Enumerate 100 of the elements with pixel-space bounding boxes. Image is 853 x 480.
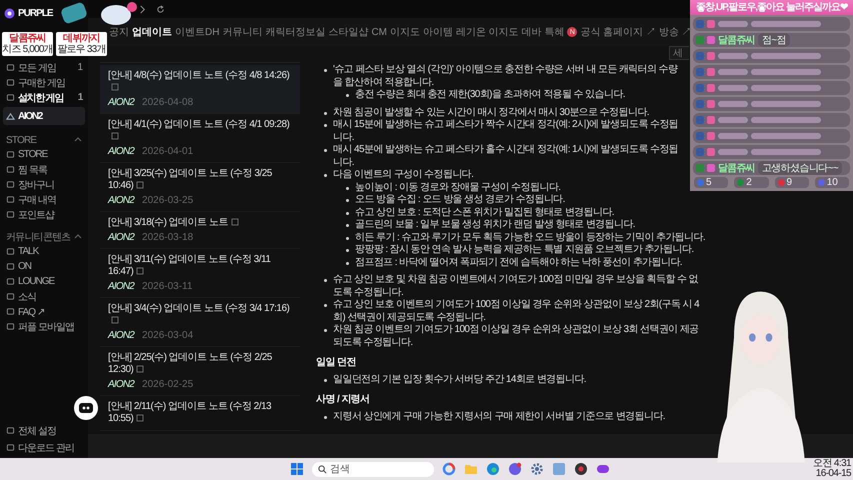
clock-time: 오전 4:31	[812, 459, 851, 469]
list-text: 팡팡팡 : 잠시 동안 연속 발사 능력을 제공하는 특별 지원품 오브젝트가 추가됩니다.	[355, 244, 694, 256]
sidebar-item[interactable]: STORE	[3, 147, 85, 162]
post-title: [안내] 2/11(수) 업데이트 노트 (수정 2/13 10:55)	[108, 401, 272, 425]
post-title: [안내] 3/11(수) 업데이트 노트 (수정 3/11 16:47)	[108, 254, 272, 278]
list-text: 차원 침공이 발생할 수 있는 시간이 매시 정각에서 매시 30분으로 수정됩니다.	[333, 106, 649, 119]
post-item[interactable]: [안내] 3/4(수) 업데이트 노트 (수정 3/4 17:16) AION2 2026-03-04	[100, 298, 300, 347]
tab[interactable]: 아이템	[422, 25, 453, 39]
blurred-text	[718, 149, 748, 155]
windows-logo-icon[interactable]	[290, 462, 304, 476]
list-text: 점프점프 : 바닥에 떨어져 폭파되기 전에 습득해야 하는 낙하 풍선이 추가됩니다.	[355, 256, 682, 269]
logo-icon	[4, 8, 15, 19]
blurred-text	[751, 101, 821, 107]
list-text: 슈고 상인 보호 및 차원 침공 이벤트에서 기여도가 100점 미만일 경우 보상을 획득할 수 없도록 수정됩니다.	[333, 274, 699, 299]
document-icon	[136, 181, 144, 190]
list-text: 매시 45분에 발생하는 슈고 페스타가 홀수 시간대 정각(예: 1시)에 발생되도록 수정됩니다.	[333, 144, 680, 169]
ring-icon[interactable]	[442, 462, 456, 476]
blurred-text	[751, 53, 821, 59]
bullet-dot	[324, 149, 327, 152]
post-item[interactable]: [안내] 2/11(수) 업데이트 노트 (수정 2/13 10:55)	[100, 396, 300, 431]
sidebar-item[interactable]: 전체 설정	[3, 423, 85, 438]
post-item[interactable]: [안내] 3/25(수) 업데이트 노트 (수정 3/25 10:46) AION2 2026-03-25	[100, 163, 300, 212]
goal-title: 데뷔까지	[63, 33, 100, 44]
bullet-dot	[324, 304, 327, 307]
chevron-icon[interactable]	[74, 233, 82, 241]
post-item[interactable]: [안내] 4/8(수) 업데이트 노트 (수정 4/8 14:26) AION2 2026-04-08	[100, 65, 300, 114]
record-icon[interactable]	[574, 462, 588, 476]
post-item[interactable]: [안내] 4/1(수) 업데이트 노트 (수정 4/1 09:28) AION2 2026-04-01	[100, 114, 300, 163]
count-label: 1	[78, 92, 82, 103]
sidebar-item[interactable]: FAQ ↗	[3, 304, 85, 319]
blurred-text	[751, 133, 821, 139]
document-icon	[111, 83, 119, 92]
post-date: 2026-03-11	[142, 281, 192, 292]
game-logo: AION2	[108, 146, 134, 157]
blurred-text	[718, 117, 748, 123]
blurred-text	[718, 101, 748, 107]
chat-username: 달콤쥬씨	[718, 34, 755, 47]
sidebar-item[interactable]: 구매한 게임	[3, 75, 85, 90]
tab[interactable]: 스타일샵	[328, 25, 368, 39]
tab[interactable]: 공식 홈페이지 ↗	[580, 25, 656, 39]
tab[interactable]: 캐릭터정보실	[265, 25, 326, 39]
viewer-counter: 10	[814, 177, 849, 188]
sidebar-item[interactable]: ON	[3, 259, 85, 274]
tab[interactable]: 업데이트	[132, 25, 172, 39]
refresh-icon[interactable]	[156, 4, 165, 14]
blurred-text	[718, 85, 748, 91]
goal-value: 치즈 5,000개	[2, 44, 53, 55]
taskbar-search-field[interactable]: 검색	[312, 462, 434, 476]
sidebar-item[interactable]: 모든 게임 1	[3, 60, 85, 75]
forward-icon[interactable]	[138, 4, 147, 14]
list-text: 히든 루기 : 슈고와 루기가 모두 획득 가능한 오드 방울이 등장하는 기믹이 추가됩니다.	[355, 232, 706, 244]
post-title: [안내] 3/4(수) 업데이트 노트 (수정 3/4 17:16)	[108, 303, 294, 327]
post-item[interactable]: [안내] 2/25(수) 업데이트 노트 (수정 2/25 12:30) AION2 2026-02-25	[100, 347, 300, 396]
sidebar-item[interactable]: AION2	[3, 107, 85, 125]
section-label: STORE	[6, 134, 36, 146]
bullet-dot	[346, 199, 349, 202]
sidebar-item[interactable]: LOUNGE	[3, 274, 85, 289]
blurred-text	[751, 85, 821, 91]
tab[interactable]: 커뮤니티	[222, 25, 262, 39]
bullet-dot	[346, 94, 349, 97]
document-icon	[111, 316, 119, 324]
chevron-icon[interactable]	[74, 136, 82, 144]
sidebar-item[interactable]: 포인트샵	[3, 207, 85, 222]
document-icon	[231, 218, 240, 226]
bullet-dot	[324, 416, 327, 418]
search-field[interactable]: 세	[669, 46, 689, 60]
post-item[interactable]: [안내] 3/11(수) 업데이트 노트 (수정 3/11 16:47) AION2 2026-03-11	[100, 249, 300, 298]
sidebar-item[interactable]: 구매 내역	[3, 192, 85, 207]
post-item[interactable]: [안내] 3/18(수) 업데이트 노트 AION2 2026-03-18	[100, 212, 300, 249]
sidebar-item[interactable]: 퍼플 모바일앱	[3, 319, 85, 334]
list-text: 충전 수량은 최대 충전 제한(30회)을 초과하여 적용될 수 있습니다.	[355, 89, 625, 102]
list-text: 높이높이 : 이동 경로와 장애물 구성이 수정됩니다.	[355, 182, 560, 194]
tab[interactable]: 공지	[109, 25, 129, 39]
post-date: 2026-04-01	[142, 146, 194, 157]
sidebar-item[interactable]: 다운로드 관리	[3, 440, 85, 455]
tab[interactable]: CM 이지도	[371, 25, 420, 39]
section-heading: 사명 / 지령서	[316, 394, 371, 406]
tab[interactable]: 레기온 이지도	[456, 25, 519, 39]
sidebar-item[interactable]: 설치한 게임 1	[3, 90, 85, 105]
post-date: 2026-03-25	[142, 195, 194, 206]
chat-banner: 좋창,UP,팔로우,좋아요 눌러주실까요❤	[690, 0, 853, 15]
bullet-dot	[324, 174, 327, 177]
logo-text: PURPLE	[18, 8, 53, 19]
gear-icon[interactable]	[530, 462, 544, 476]
tile-icon[interactable]	[552, 462, 566, 476]
search-icon	[318, 464, 327, 474]
blurred-text	[718, 69, 748, 75]
list-text: 지령서 상인에게 구매 가능한 지령서의 구매 제한이 서버별 기준으로 변경됩니다.	[333, 410, 665, 423]
sidebar-item[interactable]: TALK	[3, 244, 85, 259]
chat-bot-icon[interactable]	[74, 396, 98, 420]
game-logo: AION2	[108, 281, 134, 292]
list-text: 다음 이벤트의 구성이 수정됩니다.	[333, 169, 474, 182]
sidebar-item[interactable]: 찜 목록	[3, 162, 85, 177]
sidebar-item[interactable]: 소식	[3, 289, 85, 304]
tab[interactable]: 방송 ↗	[658, 25, 692, 39]
sidebar-item[interactable]: 장바구니	[3, 177, 85, 192]
game-logo-icon	[6, 112, 15, 120]
game-logo: AION2	[108, 330, 134, 341]
tab[interactable]: 이벤트DH	[175, 25, 220, 39]
viewer-counter: 5	[694, 177, 728, 188]
